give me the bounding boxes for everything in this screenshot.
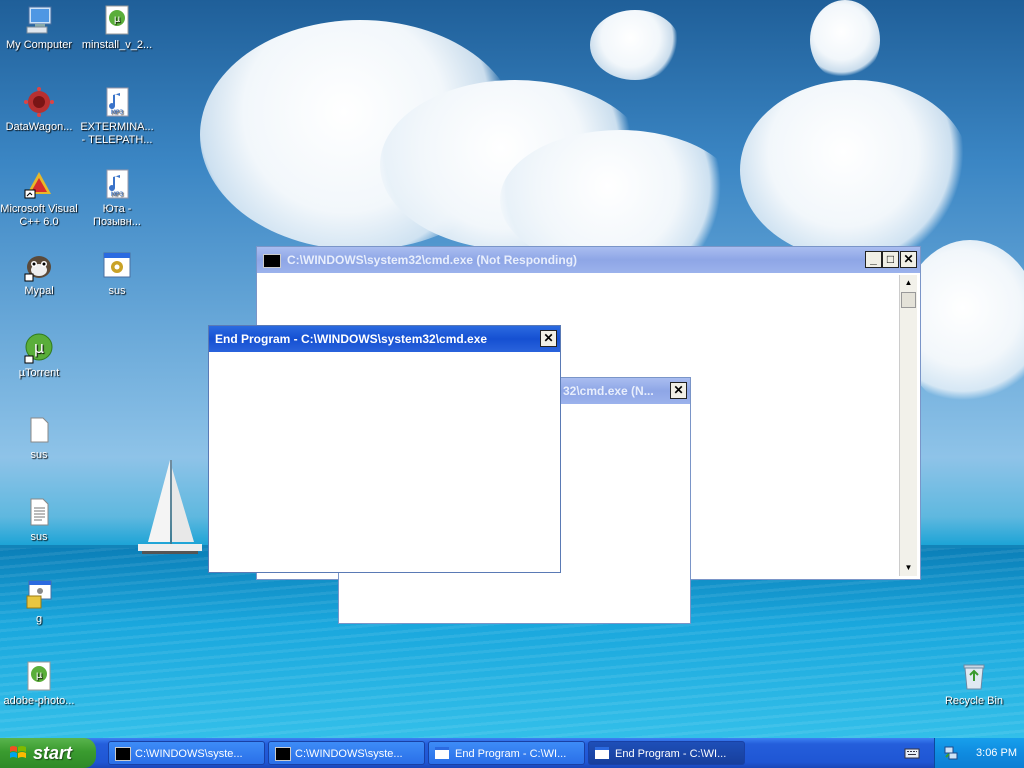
desktop-icon-exterminatus[interactable]: MP3 EXTERMINA... - TELEPATH... [78, 86, 156, 147]
close-button[interactable]: ✕ [900, 251, 917, 268]
taskbar-label: C:\WINDOWS\syste... [295, 748, 403, 760]
window-icon [435, 747, 449, 759]
maximize-button[interactable]: □ [882, 251, 899, 268]
wallpaper-cloud [740, 80, 970, 260]
desktop: My Computer µ minstall_v_2... DataWagon.… [0, 0, 1024, 738]
scroll-thumb[interactable] [901, 292, 916, 308]
svg-text:µ: µ [36, 670, 43, 681]
desktop-icon-g[interactable]: g [0, 578, 78, 626]
vertical-scrollbar[interactable]: ▲ ▼ [899, 275, 917, 576]
desktop-icon-minstall[interactable]: µ minstall_v_2... [78, 4, 156, 52]
wallpaper-cloud [810, 0, 880, 80]
taskbar-button-end-program-2[interactable]: End Program - C:\WI... [588, 741, 745, 765]
window-title: 32\cmd.exe (N... [563, 384, 654, 398]
taskbar-button-cmd-1[interactable]: C:\WINDOWS\syste... [108, 741, 265, 765]
wallpaper-cloud [590, 10, 680, 80]
sailboat [138, 460, 202, 554]
taskbar: start C:\WINDOWS\syste... C:\WINDOWS\sys… [0, 738, 1024, 768]
svg-text:MP3: MP3 [111, 191, 124, 198]
taskbar-label: End Program - C:\WI... [455, 748, 567, 760]
svg-text:µ: µ [34, 338, 44, 357]
window-icon [595, 747, 609, 759]
cmd-icon [263, 253, 281, 268]
icon-label: Microsoft Visual C++ 6.0 [0, 203, 78, 228]
network-icon[interactable] [943, 745, 959, 761]
desktop-icon-visual-cpp[interactable]: Microsoft Visual C++ 6.0 [0, 168, 78, 229]
cmd-icon [115, 747, 131, 761]
icon-label: Recycle Bin [944, 695, 1004, 707]
desktop-icon-sus-blank[interactable]: sus [0, 414, 78, 462]
utorrent-icon: µ [23, 332, 55, 364]
windows-flag-icon [10, 746, 26, 758]
end-program-dialog[interactable]: End Program - C:\WINDOWS\system32\cmd.ex… [208, 325, 561, 573]
taskbar-label: C:\WINDOWS\syste... [135, 748, 243, 760]
scroll-up-icon[interactable]: ▲ [900, 275, 917, 291]
text-file-icon [23, 496, 55, 528]
icon-label: Mypal [24, 285, 54, 297]
icon-label: sus [30, 531, 48, 543]
desktop-icon-datawagon[interactable]: DataWagon... [0, 86, 78, 134]
start-label: start [33, 743, 73, 763]
keyboard-icon[interactable] [904, 746, 920, 760]
svg-text:µ: µ [114, 14, 121, 25]
icon-label: adobe-photo... [3, 695, 75, 707]
scroll-down-icon[interactable]: ▼ [900, 560, 917, 576]
cmd-icon [275, 747, 291, 761]
icon-label: sus [30, 449, 48, 461]
desktop-icon-my-computer[interactable]: My Computer [0, 4, 78, 52]
clock[interactable]: 3:06 PM [968, 738, 1024, 768]
desktop-icon-recycle-bin[interactable]: Recycle Bin [935, 660, 1013, 708]
desktop-icon-utorrent[interactable]: µ µTorrent [0, 332, 78, 380]
taskbar-button-end-program-1[interactable]: End Program - C:\WI... [428, 741, 585, 765]
icon-label: minstall_v_2... [81, 39, 153, 51]
utorrent-file-icon: µ [101, 4, 133, 36]
mypal-icon [23, 250, 55, 282]
icon-label: EXTERMINA... - TELEPATH... [80, 121, 154, 146]
close-button[interactable]: ✕ [670, 382, 687, 399]
icon-label: µTorrent [18, 367, 60, 379]
datawagon-icon [23, 86, 55, 118]
title-bar[interactable]: C:\WINDOWS\system32\cmd.exe (Not Respond… [257, 247, 920, 273]
visual-cpp-icon [23, 168, 55, 200]
desktop-icon-sus-text[interactable]: sus [0, 496, 78, 544]
batch-file-icon [23, 578, 55, 610]
computer-icon [23, 4, 55, 36]
mp3-file-icon: MP3 [101, 86, 133, 118]
icon-label: sus [108, 285, 126, 297]
window-title: C:\WINDOWS\system32\cmd.exe (Not Respond… [287, 253, 578, 267]
desktop-icon-adobe-photo[interactable]: µ adobe-photo... [0, 660, 78, 708]
taskbar-label: End Program - C:\WI... [615, 748, 727, 760]
desktop-icon-sus-exe[interactable]: sus [78, 250, 156, 298]
desktop-icon-yuta[interactable]: MP3 Юта - Позывн... [78, 168, 156, 229]
blank-file-icon [23, 414, 55, 446]
icon-label: g [35, 613, 43, 625]
start-button[interactable]: start [0, 738, 96, 768]
window-title: End Program - C:\WINDOWS\system32\cmd.ex… [215, 332, 488, 346]
recycle-bin-icon [958, 660, 990, 692]
icon-label: Юта - Позывн... [93, 203, 141, 228]
desktop-icon-mypal[interactable]: Mypal [0, 250, 78, 298]
utorrent-file-icon: µ [23, 660, 55, 692]
exe-gear-icon [101, 250, 133, 282]
icon-label: My Computer [5, 39, 73, 51]
title-bar[interactable]: End Program - C:\WINDOWS\system32\cmd.ex… [209, 326, 560, 352]
mp3-file-icon: MP3 [101, 168, 133, 200]
close-button[interactable]: ✕ [540, 330, 557, 347]
minimize-button[interactable]: _ [865, 251, 882, 268]
svg-text:MP3: MP3 [111, 109, 124, 116]
system-tray: 3:06 PM [934, 738, 1024, 768]
taskbar-button-cmd-2[interactable]: C:\WINDOWS\syste... [268, 741, 425, 765]
icon-label: DataWagon... [5, 121, 73, 133]
